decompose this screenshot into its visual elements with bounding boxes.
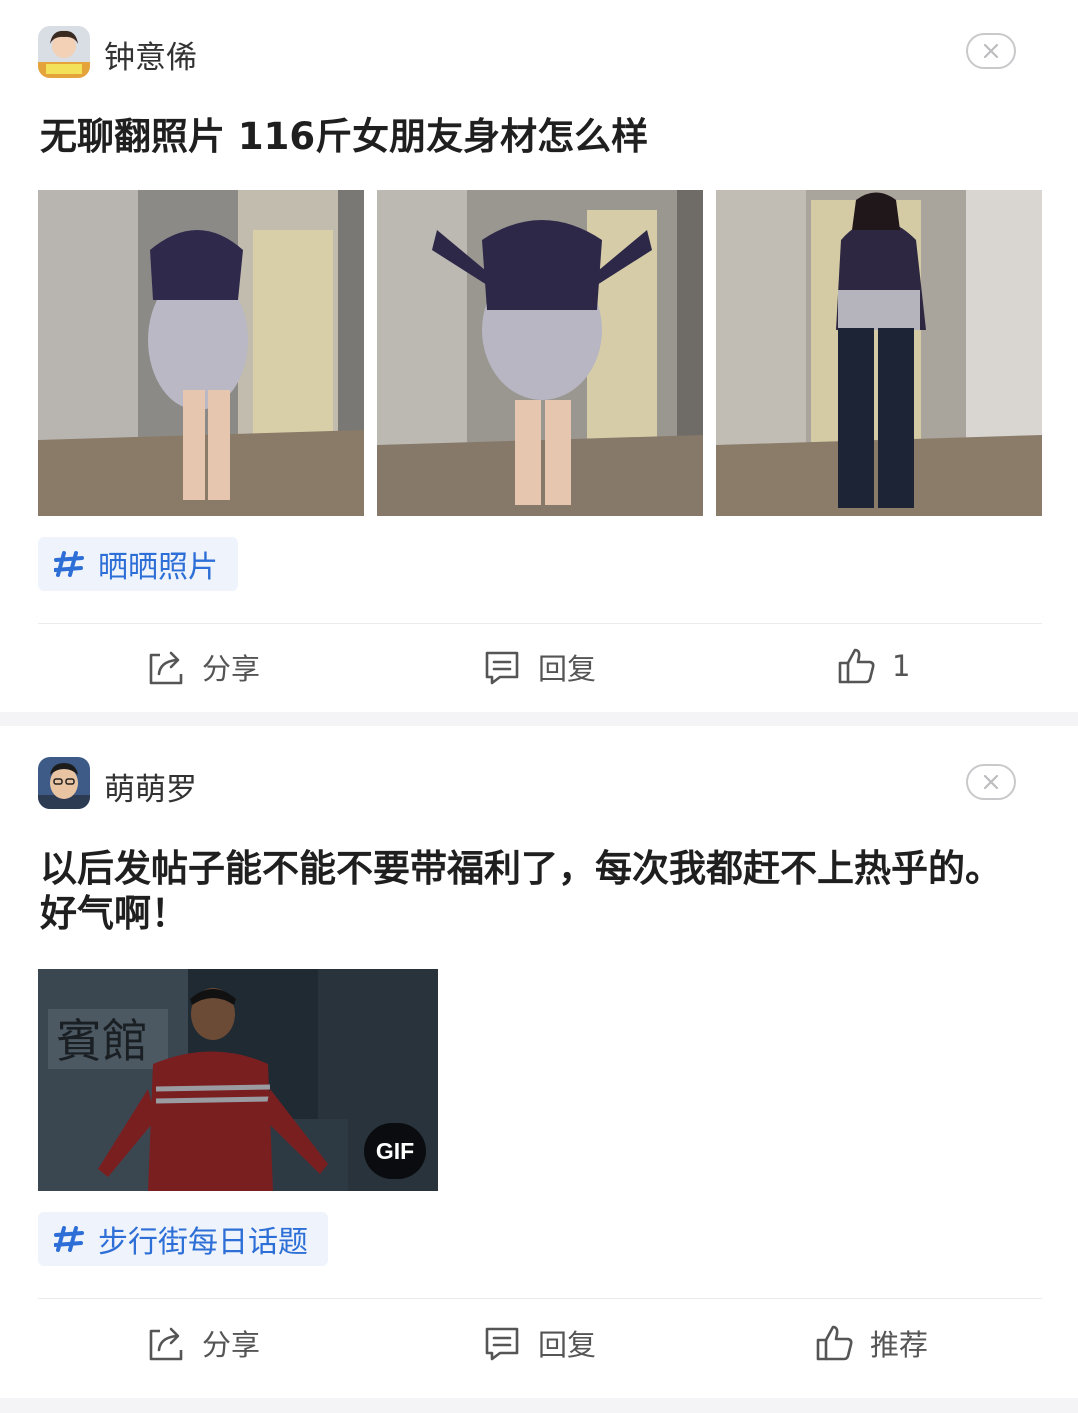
- topic-label: 晒晒照片: [98, 550, 218, 585]
- thumbs-up-icon: [816, 1325, 853, 1361]
- username[interactable]: 萌萌罗: [104, 764, 197, 809]
- like-count: 1: [892, 649, 911, 683]
- reply-button[interactable]: 回复: [482, 646, 596, 688]
- share-button[interactable]: 分享: [146, 1322, 260, 1364]
- comment-icon: [485, 651, 519, 685]
- share-icon: [149, 651, 183, 685]
- gif-badge: GIF: [364, 1123, 426, 1179]
- svg-text:賓館: 賓館: [56, 1014, 148, 1068]
- divider: [38, 1298, 1042, 1299]
- close-icon: [983, 774, 999, 790]
- post-title[interactable]: 以后发帖子能不能不要带福利了，每次我都赶不上热乎的。好气啊！: [40, 846, 1030, 936]
- close-icon: [983, 43, 999, 59]
- reply-button[interactable]: 回复: [482, 1322, 596, 1364]
- post-card[interactable]: 萌萌罗 以后发帖子能不能不要带福利了，每次我都赶不上热乎的。好气啊！ 賓館 GI…: [0, 726, 1078, 1398]
- comment-icon: [485, 1327, 519, 1361]
- post-gif[interactable]: 賓館 GIF: [38, 969, 438, 1191]
- username[interactable]: 钟意俙: [104, 32, 197, 77]
- post-card[interactable]: 钟意俙 无聊翻照片 116斤女朋友身材怎么样 晒晒照片 分享 回复 1: [0, 0, 1078, 712]
- recommend-label: 推荐: [870, 1328, 929, 1362]
- share-icon: [149, 1327, 183, 1361]
- recommend-button[interactable]: 推荐: [814, 1322, 928, 1364]
- thumbs-up-icon: [838, 648, 875, 684]
- divider: [38, 623, 1042, 624]
- topic-hash-icon: [54, 551, 84, 577]
- reply-label: 回复: [538, 652, 597, 686]
- like-button[interactable]: 1: [836, 646, 910, 686]
- share-label: 分享: [202, 1328, 261, 1362]
- share-button[interactable]: 分享: [146, 646, 260, 688]
- post-photo[interactable]: [716, 190, 1042, 516]
- post-photo[interactable]: [38, 190, 364, 516]
- topic-tag[interactable]: 步行街每日话题: [38, 1212, 328, 1266]
- post-photo[interactable]: [377, 190, 703, 516]
- topic-tag[interactable]: 晒晒照片: [38, 537, 238, 591]
- topic-label: 步行街每日话题: [98, 1225, 308, 1260]
- dismiss-button[interactable]: [966, 764, 1016, 800]
- share-label: 分享: [202, 652, 261, 686]
- dismiss-button[interactable]: [966, 33, 1016, 69]
- user-avatar[interactable]: [38, 757, 90, 809]
- post-title[interactable]: 无聊翻照片 116斤女朋友身材怎么样: [40, 114, 1030, 159]
- user-avatar[interactable]: [38, 26, 90, 78]
- topic-hash-icon: [54, 1226, 84, 1252]
- reply-label: 回复: [538, 1328, 597, 1362]
